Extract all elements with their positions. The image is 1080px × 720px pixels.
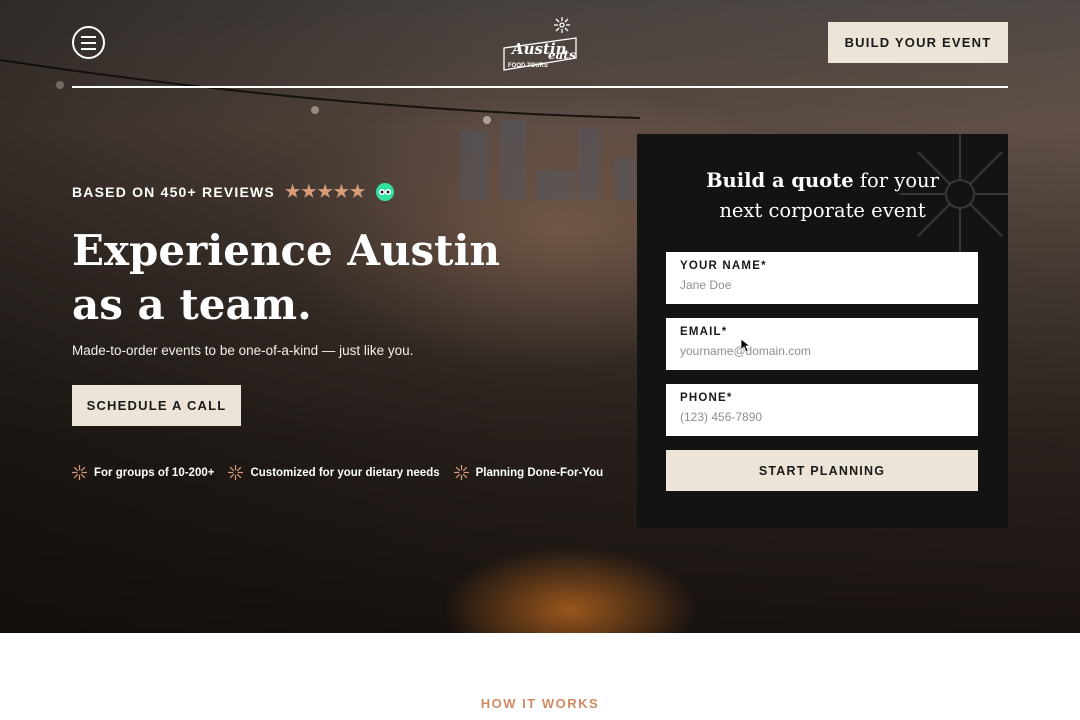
feature-item: For groups of 10-200+: [72, 465, 214, 480]
hamburger-icon: [81, 34, 96, 52]
reviews-label: BASED ON 450+ REVIEWS: [72, 184, 275, 200]
email-label: EMAIL*: [680, 326, 728, 338]
header-divider: [72, 86, 1008, 88]
build-your-event-button[interactable]: BUILD YOUR EVENT: [828, 22, 1008, 63]
starburst-icon: [453, 465, 469, 480]
feature-item: Planning Done-For-You: [453, 465, 604, 480]
email-field[interactable]: EMAIL*: [666, 318, 978, 370]
how-it-works-heading: HOW IT WORKS: [480, 696, 600, 711]
form-title-bold: Build a quote: [706, 169, 854, 192]
feature-item: Customized for your dietary needs: [228, 465, 440, 480]
features-list: For groups of 10-200+ Customized for you…: [72, 465, 603, 480]
phone-input[interactable]: [680, 410, 964, 424]
form-title-line-2: next corporate event: [719, 199, 926, 222]
svg-text:eats: eats: [548, 48, 576, 62]
form-title: Build a quote for your next corporate ev…: [637, 166, 1008, 226]
hero-headline: Experience Austin as a team.: [72, 224, 522, 332]
start-planning-button[interactable]: START PLANNING: [666, 450, 978, 491]
svg-text:FOOD TOURS: FOOD TOURS: [508, 63, 548, 69]
quote-form-panel: Build a quote for your next corporate ev…: [637, 134, 1008, 528]
starburst-icon: [228, 465, 244, 480]
feature-text: For groups of 10-200+: [94, 466, 215, 479]
phone-label: PHONE*: [680, 392, 733, 404]
reviews-badge: BASED ON 450+ REVIEWS ★★★★★: [72, 182, 395, 202]
name-label: YOUR NAME*: [680, 260, 767, 272]
tripadvisor-icon[interactable]: [376, 183, 395, 201]
name-field[interactable]: YOUR NAME*: [666, 252, 978, 304]
phone-field[interactable]: PHONE*: [666, 384, 978, 436]
email-input[interactable]: [680, 344, 964, 358]
headline-line-2: as a team.: [72, 280, 312, 329]
star-rating-icon: ★★★★★: [284, 182, 367, 201]
schedule-call-button[interactable]: SCHEDULE A CALL: [72, 385, 241, 426]
form-title-rest: for your: [853, 169, 939, 192]
name-input[interactable]: [680, 278, 964, 292]
hero-subheading: Made-to-order events to be one-of-a-kind…: [72, 343, 414, 358]
hamburger-menu-button[interactable]: [72, 26, 105, 59]
austin-eats-logo[interactable]: Austin eats FOOD TOURS: [500, 14, 580, 74]
mouse-cursor-icon: [741, 339, 751, 353]
starburst-icon: [72, 465, 87, 480]
feature-text: Customized for your dietary needs: [250, 466, 440, 479]
feature-text: Planning Done-For-You: [475, 466, 604, 479]
headline-line-1: Experience Austin: [72, 226, 501, 275]
